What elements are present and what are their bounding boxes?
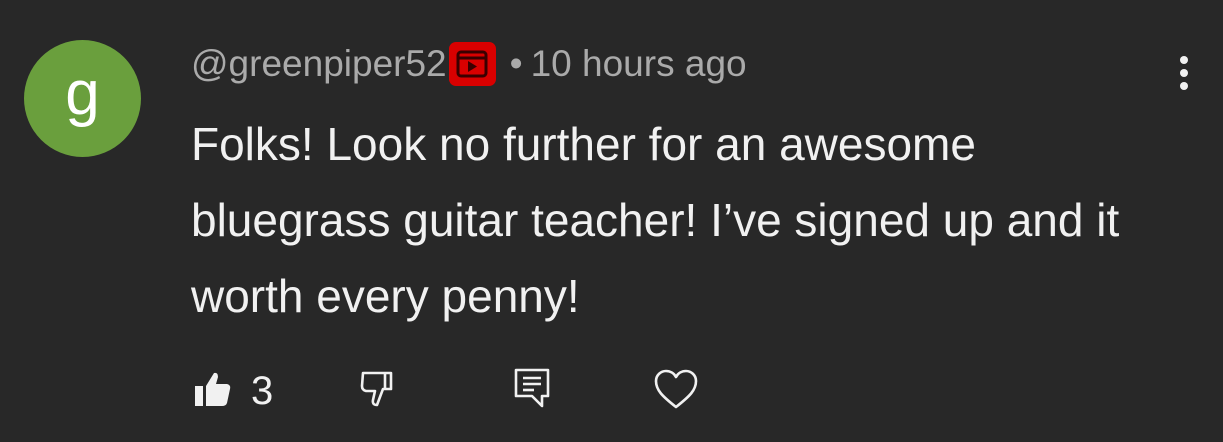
member-badge-icon [448,42,496,86]
like-count: 3 [251,368,274,413]
meta-separator: • [509,43,523,84]
thumbs-up-icon [193,369,233,414]
more-vert-icon[interactable] [1170,53,1198,93]
reply-icon [512,366,552,417]
avatar[interactable]: g [24,40,141,157]
dislike-button[interactable] [357,368,401,414]
reply-button[interactable] [512,368,552,414]
thumbs-down-icon [357,367,401,416]
heart-icon [653,368,699,415]
like-button[interactable]: 3 [193,368,273,414]
comment-time[interactable]: 10 hours ago [531,43,747,85]
comment-header: @greenpiper52 • 10 hours ago [191,42,747,86]
heart-button[interactable] [653,368,699,414]
comment-text: Folks! Look no further for an awesome bl… [191,118,1120,322]
avatar-letter: g [65,58,100,128]
author-handle[interactable]: @greenpiper52 [191,43,447,85]
